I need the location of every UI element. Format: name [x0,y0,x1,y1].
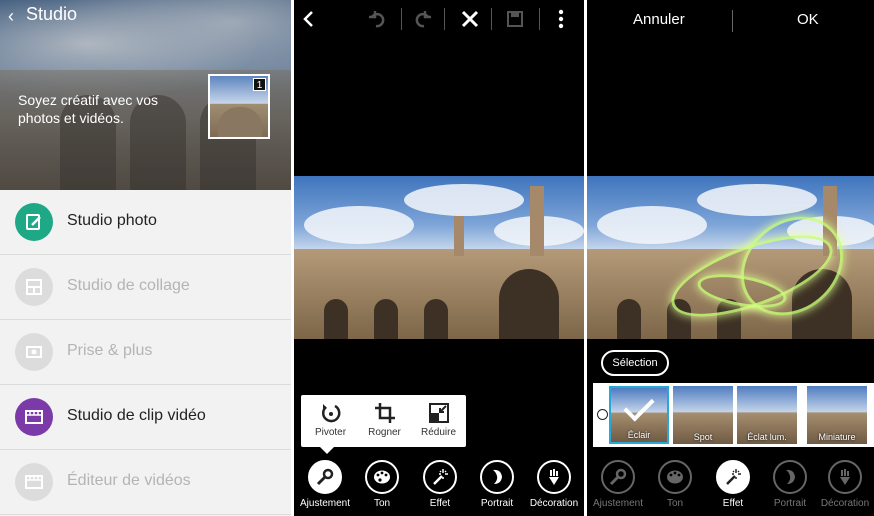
menu-item-studio-photo[interactable]: Studio photo [0,190,291,255]
studio-panel: ‹ Studio Soyez créatif avec vos photos e… [0,0,291,516]
menu-item-editeur-videos[interactable]: Éditeur de vidéos [0,450,291,515]
redo-icon[interactable] [412,8,434,30]
recent-photo-thumbnail[interactable]: 1 [208,74,270,139]
undo-icon[interactable] [366,8,388,30]
tool-label: Réduire [420,427,457,438]
tab-portrait[interactable]: Portrait [468,456,526,516]
effect-preview-photo[interactable] [587,176,874,339]
close-icon[interactable] [459,8,481,30]
menu-item-label: Éditeur de vidéos [67,472,191,489]
tab-effet[interactable]: Effet [411,456,469,516]
effect-toolbar: Annuler OK [587,0,874,40]
decoration-icon [828,460,862,494]
video-clip-icon [15,398,53,436]
wrench-icon [601,460,635,494]
tab-label: Portrait [480,498,514,509]
tab-label: Effet [429,498,451,509]
editor-toolbar [294,0,584,38]
more-icon[interactable] [550,8,572,30]
photo-editor-panel: Pivoter Rogner Réduire Ajustement Ton Ef… [294,0,584,516]
video-editor-icon [15,463,53,501]
tab-label: Portrait [773,498,807,509]
tab-label: Décoration [820,498,870,509]
editor-tab-bar: Ajustement Ton Effet Portrait Décoration [587,456,874,516]
studio-tagline: Soyez créatif avec vos photos et vidéos. [18,92,159,126]
effect-label: Miniature [818,432,856,442]
menu-item-label: Studio photo [67,212,157,229]
camera-icon [15,333,53,371]
portrait-icon [773,460,807,494]
effect-thumb-spot[interactable]: Spot [673,386,733,444]
page-title[interactable]: Studio [26,4,77,25]
effect-thumbnail-strip: Éclair Spot Éclat lum. Miniature [593,383,874,447]
clock-icon[interactable] [597,409,608,420]
tool-label: Rogner [368,427,401,438]
effect-thumb-eclair[interactable]: Éclair [609,386,669,444]
menu-item-studio-clip-video[interactable]: Studio de clip vidéo [0,385,291,450]
wrench-icon [308,460,342,494]
tab-label: Ton [666,498,684,509]
photo-edit-icon [15,203,53,241]
ok-button[interactable]: OK [797,11,819,28]
effect-label: Éclat lum. [747,432,787,442]
tab-ton[interactable]: Ton [353,456,411,516]
portrait-icon [480,460,514,494]
tab-ajustement[interactable]: Ajustement [296,456,354,516]
magic-wand-icon [716,460,750,494]
menu-item-label: Studio de clip vidéo [67,407,206,424]
tool-resize[interactable]: Réduire [411,399,466,445]
back-icon[interactable] [298,8,320,30]
tool-label: Pivoter [314,427,347,438]
effect-label: Spot [693,432,713,442]
effect-panel: Annuler OK Sélection Éclair Spot Éclat l… [587,0,874,516]
tab-label: Ajustement [299,498,351,509]
tool-rotate[interactable]: Pivoter [303,399,358,445]
tab-decoration[interactable]: Décoration [816,456,874,516]
collage-icon [15,268,53,306]
adjustment-tools-popup: Pivoter Rogner Réduire [301,395,466,447]
menu-item-prise-plus[interactable]: Prise & plus [0,320,291,385]
menu-item-label: Prise & plus [67,342,153,359]
edited-photo[interactable] [294,176,584,339]
photo-count-badge: 1 [253,78,266,91]
tab-label: Effet [722,498,744,509]
back-arrow-icon[interactable]: ‹ [8,6,14,27]
check-icon [623,390,655,422]
palette-icon [365,460,399,494]
studio-menu: Studio photo Studio de collage Prise & p… [0,190,291,515]
effect-thumb-eclat-lum[interactable]: Éclat lum. [737,386,797,444]
menu-item-label: Studio de collage [67,277,190,294]
menu-item-studio-collage[interactable]: Studio de collage [0,255,291,320]
tab-ajustement[interactable]: Ajustement [589,456,647,516]
save-icon[interactable] [504,8,526,30]
tab-ton[interactable]: Ton [646,456,704,516]
tab-label: Ton [373,498,391,509]
tab-label: Décoration [529,498,579,509]
effect-label: Éclair [627,430,651,440]
decoration-icon [537,460,571,494]
effect-thumb-miniature[interactable]: Miniature [807,386,867,444]
magic-wand-icon [423,460,457,494]
selection-button[interactable]: Sélection [601,350,669,376]
rotate-icon [303,399,358,427]
tab-decoration[interactable]: Décoration [525,456,583,516]
popup-caret [320,447,334,454]
tab-label: Ajustement [592,498,644,509]
resize-icon [411,399,466,427]
crop-icon [357,399,412,427]
tool-crop[interactable]: Rogner [357,399,412,445]
palette-icon [658,460,692,494]
cancel-button[interactable]: Annuler [633,11,685,28]
tab-portrait[interactable]: Portrait [761,456,819,516]
tab-effet[interactable]: Effet [704,456,762,516]
studio-hero-banner: ‹ Studio Soyez créatif avec vos photos e… [0,0,291,190]
editor-tab-bar: Ajustement Ton Effet Portrait Décoration [294,456,584,516]
